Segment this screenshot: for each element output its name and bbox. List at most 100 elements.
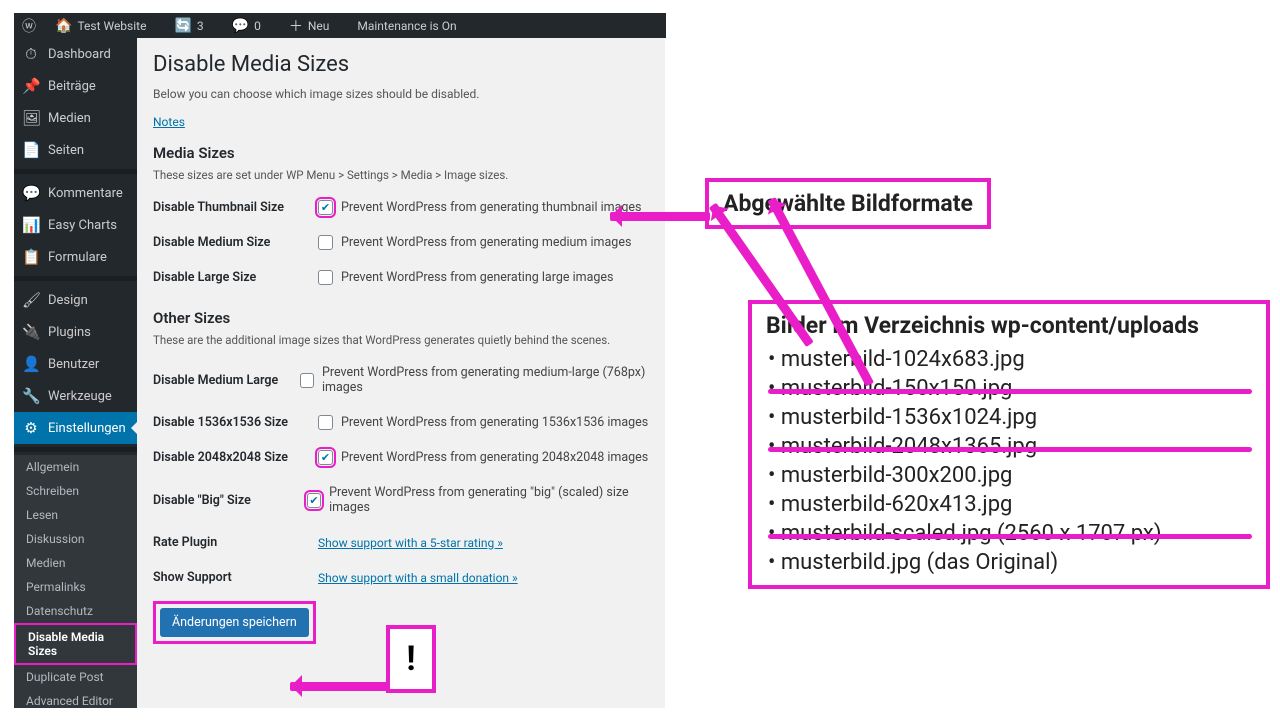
setting-text: Prevent WordPress from generating thumbn… <box>341 200 642 215</box>
menu-icon: 📌 <box>22 77 40 95</box>
support-link[interactable]: Show support with a small donation » <box>318 571 518 585</box>
save-button[interactable]: Änderungen speichern <box>160 608 309 637</box>
setting-row: Disable 1536x1536 SizePrevent WordPress … <box>153 405 649 440</box>
page-description: Below you can choose which image sizes s… <box>153 87 649 101</box>
checkbox[interactable] <box>318 235 333 250</box>
menu-icon: ⏱ <box>22 45 40 63</box>
site-link[interactable]: 🏠Test Website <box>55 18 160 34</box>
sidebar-item-plugins[interactable]: 🔌 Plugins <box>14 316 137 348</box>
checkbox[interactable]: ✔ <box>318 450 333 465</box>
sidebar-item-medien[interactable]: 🖼 Medien <box>14 102 137 134</box>
notes-link[interactable]: Notes <box>153 115 185 129</box>
new-link[interactable]: ＋Neu <box>289 16 344 36</box>
setting-control: ✔ Prevent WordPress from generating 2048x… <box>318 450 648 465</box>
setting-row: Disable 2048x2048 Size✔ Prevent WordPress… <box>153 440 649 475</box>
setting-control: ✔ Prevent WordPress from generating "big"… <box>307 485 649 515</box>
wp-logo-icon[interactable]: ⓦ <box>22 16 41 36</box>
setting-text: Prevent WordPress from generating medium… <box>322 365 649 395</box>
sidebar-item-kommentare[interactable]: 💬 Kommentare <box>14 177 137 209</box>
menu-icon: ⚙ <box>22 419 40 437</box>
section-other-hint: These are the additional image sizes tha… <box>153 333 649 347</box>
setting-row: Disable Large Size Prevent WordPress from… <box>153 260 649 295</box>
menu-label: Benutzer <box>48 357 99 372</box>
sidebar-item-dashboard[interactable]: ⏱ Dashboard <box>14 38 137 70</box>
sidebar-item-einstellungen[interactable]: ⚙Einstellungen <box>14 412 137 444</box>
rate-label: Rate Plugin <box>153 535 318 550</box>
sidebar-sub-datenschutz[interactable]: Datenschutz <box>14 599 137 623</box>
sidebar-sub-disable-media-sizes[interactable]: Disable Media Sizes <box>14 623 137 665</box>
upload-file-item: musterbild-1024x683.jpg <box>768 345 1252 374</box>
menu-label: Medien <box>48 111 91 126</box>
sidebar-sub-medien[interactable]: Medien <box>14 551 137 575</box>
setting-text: Prevent WordPress from generating 2048x2… <box>341 450 648 465</box>
annotation-deselected-formats: Abgewählte Bildformate <box>705 178 991 229</box>
menu-icon: 📋 <box>22 248 40 266</box>
setting-control: ✔ Prevent WordPress from generating thumb… <box>318 200 642 215</box>
menu-label: Kommentare <box>48 186 123 201</box>
section-media-hint: These sizes are set under WP Menu > Sett… <box>153 168 649 182</box>
checkbox[interactable]: ✔ <box>307 493 321 508</box>
upload-file-item: musterbild-scaled.jpg (2560 x 1707 px) <box>768 519 1252 548</box>
menu-icon: 📊 <box>22 216 40 234</box>
setting-control: Prevent WordPress from generating medium… <box>318 235 631 250</box>
sidebar-item-easy charts[interactable]: 📊 Easy Charts <box>14 209 137 241</box>
setting-label: Disable 1536x1536 Size <box>153 415 318 430</box>
sidebar-sub-lesen[interactable]: Lesen <box>14 503 137 527</box>
menu-label: Formulare <box>48 250 107 265</box>
admin-bar: ⓦ 🏠Test Website 🔄3 💬0 ＋Neu Maintenance i… <box>14 13 666 38</box>
setting-row: Disable Medium Large Prevent WordPress fr… <box>153 355 649 405</box>
sidebar-sub-duplicate-post[interactable]: Duplicate Post <box>14 665 137 689</box>
menu-icon: 📄 <box>22 141 40 159</box>
annotation-exclamation: ! <box>386 625 436 693</box>
maintenance-link[interactable]: Maintenance is On <box>357 19 456 33</box>
upload-file-item: musterbild-2048x1365.jpg <box>768 432 1252 461</box>
menu-label: Dashboard <box>48 47 111 62</box>
sidebar-item-seiten[interactable]: 📄 Seiten <box>14 134 137 166</box>
sidebar-sub-diskussion[interactable]: Diskussion <box>14 527 137 551</box>
menu-icon: 💬 <box>22 184 40 202</box>
checkbox[interactable]: ✔ <box>318 200 333 215</box>
menu-icon: 🔧 <box>22 387 40 405</box>
rate-link[interactable]: Show support with a 5-star rating » <box>318 536 503 550</box>
setting-label: Disable Medium Size <box>153 235 318 250</box>
setting-label: Disable Medium Large <box>153 373 300 388</box>
save-highlight: Änderungen speichern <box>153 601 316 644</box>
support-row: Show Support Show support with a small d… <box>153 560 649 595</box>
sidebar-item-design[interactable]: 🖌Design <box>14 284 137 316</box>
rate-row: Rate Plugin Show support with a 5-star r… <box>153 525 649 560</box>
setting-control: Prevent WordPress from generating large … <box>318 270 613 285</box>
annotation-uploads-list: Bilder im Verzeichnis wp-content/uploads… <box>748 300 1270 589</box>
sidebar-item-beiträge[interactable]: 📌 Beiträge <box>14 70 137 102</box>
comments-link[interactable]: 💬0 <box>232 18 275 34</box>
menu-icon: 🖌 <box>22 291 40 309</box>
menu-label: Plugins <box>48 325 91 340</box>
menu-label: Seiten <box>48 143 84 158</box>
sidebar-sub-advanced-editor-tools-(tinymce-advanced)[interactable]: Advanced Editor Tools (TinyMCE Advanced) <box>14 689 137 708</box>
menu-label: Easy Charts <box>48 218 117 233</box>
setting-label: Disable Thumbnail Size <box>153 200 318 215</box>
content-area: Disable Media Sizes Below you can choose… <box>137 38 665 708</box>
upload-file-item: musterbild-1536x1024.jpg <box>768 403 1252 432</box>
setting-text: Prevent WordPress from generating "big" … <box>329 485 649 515</box>
menu-icon: 🔌 <box>22 323 40 341</box>
checkbox[interactable] <box>318 270 333 285</box>
updates-link[interactable]: 🔄3 <box>174 18 217 34</box>
checkbox[interactable] <box>300 373 314 388</box>
menu-label: Werkzeuge <box>48 389 112 404</box>
menu-label: Beiträge <box>48 79 96 94</box>
arrow-4 <box>290 682 390 691</box>
menu-icon: 🖼 <box>22 109 40 127</box>
checkbox[interactable] <box>318 415 333 430</box>
sidebar-item-formulare[interactable]: 📋 Formulare <box>14 241 137 273</box>
section-other-sizes: Other Sizes <box>153 309 649 327</box>
setting-text: Prevent WordPress from generating large … <box>341 270 613 285</box>
setting-row: Disable Medium SizePrevent WordPress fro… <box>153 225 649 260</box>
sidebar-sub-schreiben[interactable]: Schreiben <box>14 479 137 503</box>
sidebar-sub-permalinks[interactable]: Permalinks <box>14 575 137 599</box>
sidebar-item-benutzer[interactable]: 👤Benutzer <box>14 348 137 380</box>
setting-label: Disable Large Size <box>153 270 318 285</box>
sidebar-sub-allgemein[interactable]: Allgemein <box>14 455 137 479</box>
setting-label: Disable 2048x2048 Size <box>153 450 318 465</box>
upload-file-item: musterbild-150x150.jpg <box>768 374 1252 403</box>
sidebar-item-werkzeuge[interactable]: 🔧 Werkzeuge <box>14 380 137 412</box>
